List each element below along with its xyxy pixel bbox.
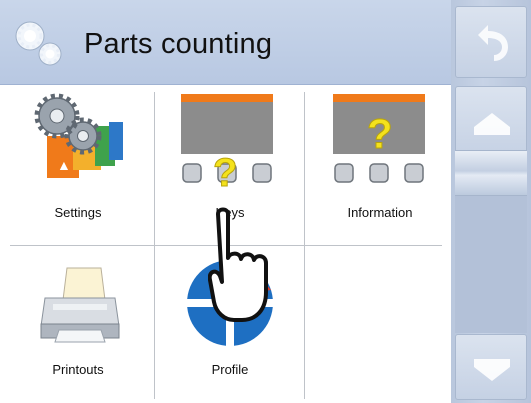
settings-gears-icon: ▲ <box>34 93 123 178</box>
keys-help-icon: ? <box>181 94 273 192</box>
tile-printouts[interactable]: Printouts <box>3 246 153 401</box>
tile-label: Printouts <box>52 362 104 377</box>
printer-icon <box>40 267 120 343</box>
page-title: Parts counting <box>84 28 273 60</box>
svg-text:▲: ▲ <box>57 157 71 173</box>
svg-text:?: ? <box>213 151 237 192</box>
hand-pointer-icon <box>208 207 268 322</box>
arrow-down-icon <box>474 359 510 381</box>
title-bar: Parts counting <box>0 0 451 85</box>
scroll-up-button[interactable] <box>455 86 527 158</box>
scrollbar-thumb[interactable] <box>455 150 527 196</box>
arrow-up-icon <box>474 113 510 135</box>
tile-label: Information <box>347 205 413 220</box>
tile-information[interactable]: ? Information <box>305 88 455 243</box>
gears-icon <box>15 21 62 66</box>
undo-arrow-icon <box>478 25 508 61</box>
sidebar <box>451 0 531 403</box>
tile-label: Profile <box>211 362 249 377</box>
scroll-down-button[interactable] <box>455 334 527 400</box>
tile-empty <box>305 246 455 401</box>
information-help-icon: ? <box>333 94 425 183</box>
svg-text:?: ? <box>367 110 393 157</box>
tile-settings[interactable]: ▲ Settings <box>3 88 153 243</box>
back-button[interactable] <box>455 6 527 78</box>
tile-label: Settings <box>54 205 102 220</box>
